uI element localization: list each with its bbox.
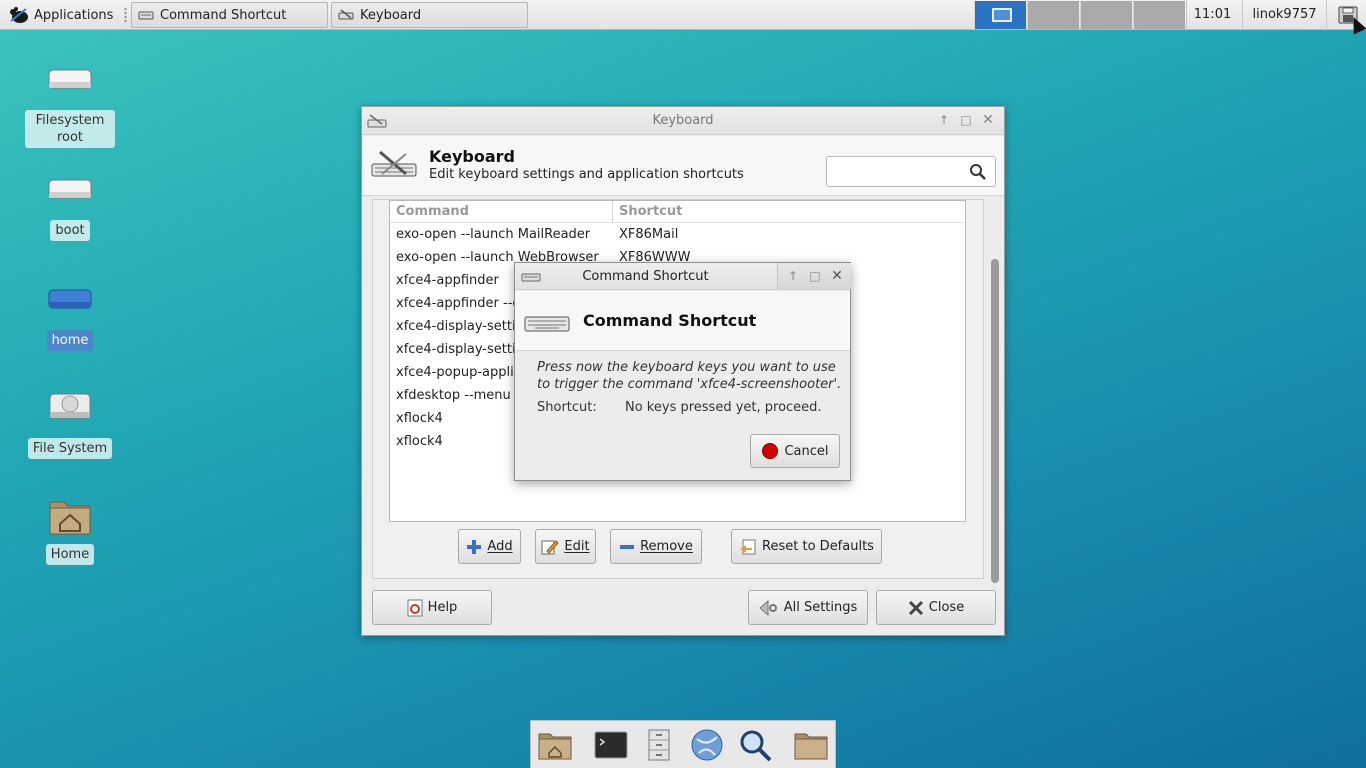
home-folder-icon [49, 501, 91, 535]
edit-label: Edit [564, 539, 590, 554]
reset-label: Reset to Defaults [762, 539, 874, 554]
dialog-title: Command Shortcut [582, 269, 709, 284]
close-window-button[interactable]: ✕ [981, 113, 995, 127]
clock[interactable]: 11:01 [1186, 0, 1238, 30]
close-label: Close [928, 600, 965, 615]
taskbar-command-shortcut[interactable]: Command Shortcut [131, 2, 328, 28]
search-input[interactable] [827, 157, 967, 186]
icon-label: Home [45, 544, 95, 565]
edit-button[interactable]: Edit [535, 529, 596, 564]
table-row[interactable]: exo-open --launch MailReader XF86Mail [390, 223, 965, 246]
workspace-2[interactable] [1027, 1, 1079, 29]
shortcut-cell: XF86Mail [619, 227, 679, 242]
shortcut-label: Shortcut: [537, 400, 597, 415]
icon-label: home [46, 330, 94, 351]
shade-button[interactable]: ↑ [786, 269, 800, 283]
desktop-icon-home-drive[interactable]: home [25, 282, 115, 351]
workspace-3[interactable] [1080, 1, 1132, 29]
icon-label: Filesystem root [25, 110, 115, 148]
drive-icon [48, 69, 92, 89]
cancel-stop-icon [762, 443, 779, 459]
remove-label: Remove [640, 539, 693, 554]
keyboard-header: Keyboard Edit keyboard settings and appl… [362, 136, 1004, 196]
remove-button[interactable]: Remove [610, 529, 702, 564]
dialog-window-controls: ↑ □ ✕ [777, 263, 851, 289]
help-button[interactable]: Help [372, 590, 492, 625]
taskbar-keyboard[interactable]: Keyboard [331, 2, 528, 28]
home-folder-icon[interactable] [537, 727, 573, 763]
search-icon[interactable] [969, 163, 987, 181]
column-command[interactable]: Command [390, 201, 613, 222]
maximize-button[interactable]: □ [808, 269, 822, 283]
file-manager-icon[interactable] [641, 727, 677, 763]
keyboard-titlebar[interactable]: Keyboard ↑ □ ✕ [362, 107, 1004, 135]
shade-button[interactable]: ↑ [937, 113, 951, 127]
plus-icon [467, 539, 482, 554]
hard-disk-icon [49, 393, 91, 419]
icon-label: boot [50, 220, 90, 241]
search-box[interactable] [826, 156, 996, 187]
settings-back-icon [758, 599, 777, 616]
user-name[interactable]: linok9757 [1242, 0, 1326, 30]
shortcut-value: No keys pressed yet, proceed. [625, 400, 822, 415]
app-finder-icon[interactable] [737, 727, 773, 763]
header-title: Keyboard [429, 147, 515, 166]
icon-label: File System [27, 438, 113, 459]
maximize-button[interactable]: □ [959, 113, 973, 127]
workspace-1[interactable] [974, 1, 1026, 29]
all-settings-label: All Settings [783, 600, 858, 615]
command-shortcut-dialog: Command Shortcut ↑ □ ✕ Command Shortcut … [514, 262, 851, 481]
help-icon [407, 599, 423, 616]
edit-pencil-icon [541, 539, 560, 554]
drive-icon [48, 289, 92, 309]
desktop-icon-boot[interactable]: boot [25, 172, 115, 241]
cancel-button[interactable]: Cancel [750, 434, 840, 468]
applications-menu-button[interactable]: Applications [4, 3, 117, 27]
cancel-label: Cancel [784, 443, 829, 459]
keyboard-icon [138, 11, 154, 20]
column-shortcut[interactable]: Shortcut [613, 201, 682, 222]
command-cell: exo-open --launch MailReader [396, 227, 591, 242]
dialog-header-title: Command Shortcut [583, 311, 757, 330]
add-button[interactable]: Add [458, 529, 521, 564]
header-subtitle: Edit keyboard settings and application s… [429, 167, 744, 182]
dialog-header: Command Shortcut [515, 291, 850, 351]
task-label: Keyboard [360, 7, 422, 23]
close-x-icon [908, 600, 923, 615]
all-settings-button[interactable]: All Settings [748, 590, 868, 625]
xfce-mouse-icon [10, 7, 28, 23]
desktop-icon-filesystem-root[interactable]: Filesystem root [25, 62, 115, 148]
top-panel: Applications Command Shortcut Keyboard 1… [0, 0, 1366, 30]
drive-icon [48, 179, 92, 199]
reset-to-defaults-button[interactable]: Reset to Defaults [731, 529, 882, 564]
web-browser-icon[interactable] [689, 727, 725, 763]
bottom-dock [530, 720, 836, 768]
close-dialog-button[interactable]: ✕ [830, 269, 844, 283]
desktop-icon-home-folder[interactable]: Home [25, 496, 115, 565]
keyboard-settings-icon [338, 9, 354, 20]
close-button[interactable]: Close [876, 590, 996, 625]
minus-icon [620, 544, 635, 549]
window-title: Keyboard [652, 113, 714, 128]
help-label: Help [427, 600, 458, 615]
add-label: Add [487, 539, 513, 554]
scrollbar-thumb[interactable] [991, 259, 999, 583]
workspace-4[interactable] [1133, 1, 1185, 29]
folder-icon[interactable] [793, 727, 829, 763]
revert-icon [740, 539, 756, 554]
desktop-icon-file-system[interactable]: File System [25, 390, 115, 459]
table-header: Command Shortcut [390, 201, 965, 223]
vertical-scrollbar[interactable] [989, 199, 1001, 585]
dialog-titlebar[interactable]: Command Shortcut ↑ □ ✕ [515, 263, 851, 290]
keyboard-settings-icon [371, 150, 417, 177]
dialog-message: Press now the keyboard keys you want to … [537, 360, 842, 392]
terminal-icon[interactable] [593, 727, 629, 763]
task-label: Command Shortcut [160, 7, 287, 23]
keyboard-icon [524, 316, 570, 332]
panel-separator [124, 7, 127, 23]
applications-label: Applications [34, 7, 114, 23]
